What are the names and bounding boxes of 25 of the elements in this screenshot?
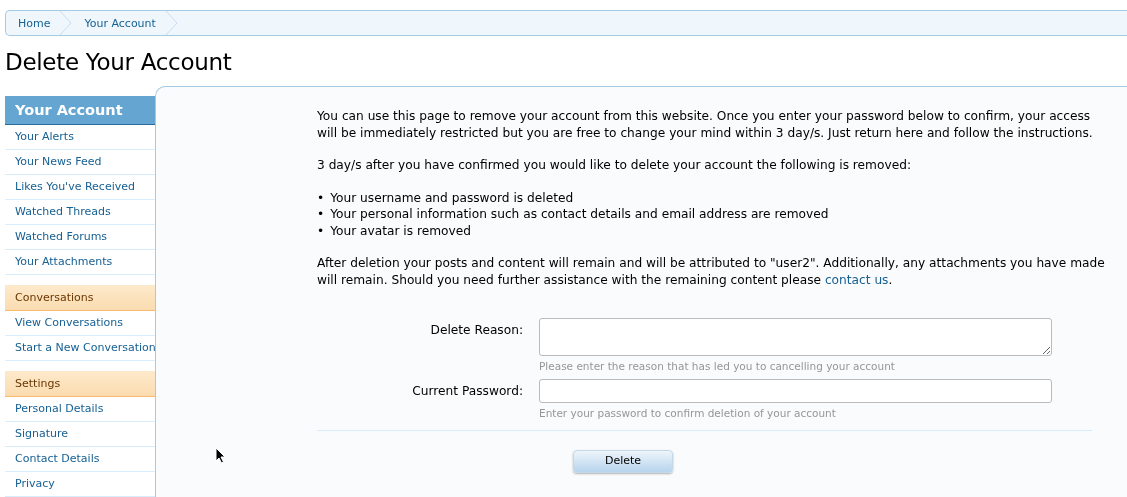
reason-field[interactable] [539,318,1052,356]
field-hint: Enter your password to confirm deletion of your account [539,407,837,420]
bullet: • [317,189,325,206]
bullet: • [317,206,325,223]
password-field[interactable] [539,379,1052,403]
delete-button[interactable]: Delete [573,450,673,473]
cursor-icon [215,447,226,464]
breadcrumb-link[interactable]: Your Account [72,11,156,35]
bullet: • [317,222,325,239]
list-item: Your personal information such as contact details and email address are removed [330,206,829,223]
list-item: Your username and password is deleted [330,189,574,206]
breadcrumb-link[interactable]: Home [6,11,51,35]
field-label: Current Password: [411,383,524,399]
list-item: Your avatar is removed [330,222,471,239]
intro-paragraph: You can use this page to remove your account from this website. Once you enter your password below to confirm, your access will be immediately restricted but you are free to change your mind within 3 day/s. Just return here and follow the instructions. [317,108,1094,141]
section-header: Conversations [5,285,155,311]
field-label: Delete Reason: [429,322,524,338]
page-title: Delete Your Account [5,49,233,75]
field-hint: Please enter the reason that has led you to cancelling your account [539,360,896,373]
section-header: Settings [5,371,155,397]
note-paragraph: After deletion your posts and content will remain and will be attributed to "user2". Additionally, any attachments you have made will remain. Should you need further assistance with the remaining content please contact us. [317,255,1106,288]
chevron-icon [60,11,73,35]
info-paragraph: 3 day/s after you have confirmed you would like to delete your account the following is removed: [317,157,912,174]
chevron-icon [165,11,178,35]
sidebar-header: Your Account [5,96,155,125]
